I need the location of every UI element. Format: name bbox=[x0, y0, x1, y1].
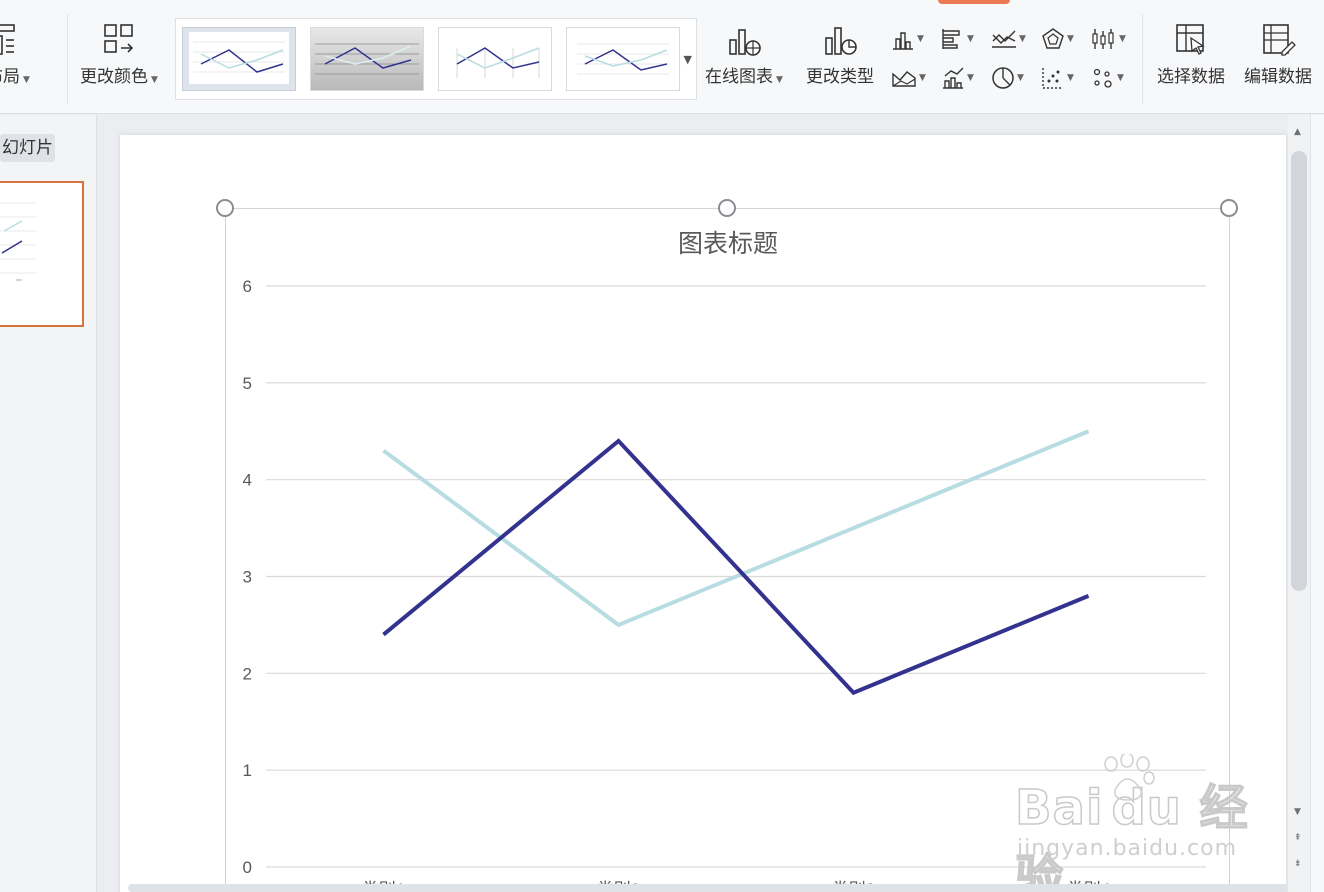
change-chart-type-button[interactable]: 更改类型 bbox=[806, 22, 874, 87]
ribbon-divider bbox=[1142, 14, 1143, 104]
bubble-chart-button[interactable]: ▼ bbox=[1091, 63, 1131, 93]
chart-style-thumb-2[interactable] bbox=[310, 27, 424, 91]
area-chart-icon bbox=[892, 71, 916, 87]
bar-chart-icon bbox=[942, 29, 960, 49]
chevron-down-icon: ▼ bbox=[23, 75, 30, 85]
chevron-down-icon: ▼ bbox=[1067, 34, 1074, 44]
scroll-up-icon[interactable]: ▲ bbox=[1294, 127, 1301, 137]
series-line-1[interactable] bbox=[382, 438, 1090, 696]
radar-chart-icon bbox=[1042, 28, 1064, 49]
line-chart-icon bbox=[992, 30, 1016, 48]
line-chart-preview-icon bbox=[315, 43, 419, 75]
chart-selection-frame[interactable]: 图表标题 0123456 类别1类别2类别3类别4 bbox=[225, 208, 1230, 892]
chevron-down-icon: ▼ bbox=[1017, 73, 1024, 83]
select-data-icon bbox=[1176, 24, 1205, 55]
active-tab-indicator bbox=[938, 0, 1010, 4]
radar-chart-button[interactable]: ▼ bbox=[1041, 24, 1081, 54]
chevron-down-icon: ▼ bbox=[151, 75, 158, 85]
previous-page-icon[interactable]: ⇞ bbox=[1294, 833, 1302, 843]
edit-data-label: 编辑数据 bbox=[1244, 67, 1312, 87]
chart-tools-ribbon: 布局▼ 更改颜色▼ bbox=[0, 0, 1324, 114]
resize-handle-top-left[interactable] bbox=[216, 199, 234, 217]
resize-handle-top-right[interactable] bbox=[1220, 199, 1238, 217]
change-color-label: 更改颜色 bbox=[80, 67, 148, 87]
select-data-button[interactable]: 选择数据 bbox=[1157, 22, 1225, 87]
vertical-scrollbar[interactable]: ▲ ▼ ⇞ ⇟ bbox=[1288, 115, 1310, 892]
chevron-down-icon: ▼ bbox=[967, 34, 974, 44]
online-chart-label: 在线图表 bbox=[705, 67, 773, 87]
y-tick-label: 5 bbox=[243, 374, 252, 393]
layout-label: 布局 bbox=[0, 67, 20, 87]
chevron-down-icon: ▼ bbox=[967, 73, 974, 83]
scatter-chart-button[interactable]: ▼ bbox=[1041, 63, 1081, 93]
edit-data-icon bbox=[1263, 24, 1296, 56]
slide-canvas[interactable]: 图表标题 0123456 类别1类别2类别3类别4 bbox=[120, 135, 1286, 892]
y-tick-label: 0 bbox=[243, 858, 252, 877]
combo-chart-icon bbox=[943, 67, 964, 89]
y-tick-label: 1 bbox=[243, 761, 252, 780]
column-chart-button[interactable]: ▼ bbox=[891, 24, 931, 54]
horizontal-scrollbar[interactable] bbox=[128, 884, 1288, 892]
ribbon-divider bbox=[67, 14, 68, 104]
change-type-label: 更改类型 bbox=[806, 67, 874, 87]
chart-style-gallery: ▼ bbox=[175, 18, 697, 100]
gallery-expand-icon[interactable]: ▼ bbox=[684, 53, 692, 66]
series-line-2[interactable] bbox=[382, 429, 1090, 628]
area-chart-button[interactable]: ▼ bbox=[891, 63, 931, 93]
online-chart-icon bbox=[729, 29, 761, 56]
y-tick-label: 2 bbox=[243, 664, 252, 683]
layout-icon bbox=[0, 24, 15, 55]
stock-chart-icon bbox=[1092, 29, 1114, 49]
line-chart-preview-icon bbox=[189, 32, 289, 84]
change-color-icon bbox=[104, 24, 134, 53]
stock-chart-button[interactable]: ▼ bbox=[1091, 24, 1131, 54]
slide-editor-area: 图表标题 0123456 类别1类别2类别3类别4 Baidu 经验 jingy… bbox=[98, 115, 1288, 892]
chevron-down-icon: ▼ bbox=[1119, 34, 1126, 44]
chart-style-thumb-4[interactable] bbox=[566, 27, 680, 91]
line-chart-preview-icon bbox=[456, 47, 540, 78]
chevron-down-icon: ▼ bbox=[1019, 34, 1026, 44]
online-chart-button[interactable]: 在线图表 ▼ bbox=[705, 22, 783, 87]
y-tick-label: 6 bbox=[243, 277, 252, 296]
next-page-icon[interactable]: ⇟ bbox=[1294, 859, 1302, 869]
combo-chart-button[interactable]: ▼ bbox=[941, 63, 981, 93]
pie-chart-button[interactable]: ▼ bbox=[991, 63, 1031, 93]
chevron-down-icon: ▼ bbox=[776, 75, 783, 85]
chart-title[interactable]: 图表标题 bbox=[678, 230, 778, 258]
scroll-down-icon[interactable]: ▼ bbox=[1294, 807, 1301, 817]
chevron-down-icon: ▼ bbox=[919, 73, 926, 83]
line-chart-button[interactable]: ▼ bbox=[991, 24, 1031, 54]
slides-panel: 幻灯片 bbox=[0, 115, 97, 892]
vertical-scroll-thumb[interactable] bbox=[1291, 151, 1307, 591]
quick-layout-button[interactable]: 布局▼ bbox=[0, 22, 30, 87]
bar-chart-button[interactable]: ▼ bbox=[941, 24, 981, 54]
chevron-down-icon: ▼ bbox=[1117, 73, 1124, 83]
column-chart-icon bbox=[893, 32, 913, 50]
chart-style-thumb-1[interactable] bbox=[182, 27, 296, 91]
chart-style-thumb-3[interactable] bbox=[438, 27, 552, 91]
chevron-down-icon: ▼ bbox=[1067, 73, 1074, 83]
change-color-button[interactable]: 更改颜色 ▼ bbox=[80, 22, 158, 87]
line-chart-preview-icon bbox=[577, 43, 669, 75]
slide-thumbnail-preview bbox=[0, 202, 36, 281]
pie-chart-icon bbox=[992, 67, 1014, 89]
bubble-chart-icon bbox=[1093, 68, 1112, 88]
edit-data-button[interactable]: 编辑数据 bbox=[1244, 22, 1312, 87]
slides-tab-label: 幻灯片 bbox=[2, 138, 53, 158]
change-chart-type-icon bbox=[825, 27, 857, 55]
resize-handle-top-center[interactable] bbox=[718, 199, 736, 217]
chevron-down-icon: ▼ bbox=[917, 34, 924, 44]
right-side-panel bbox=[1310, 115, 1324, 892]
select-data-label: 选择数据 bbox=[1157, 67, 1225, 87]
scatter-chart-icon bbox=[1042, 68, 1063, 89]
y-tick-label: 4 bbox=[243, 471, 252, 490]
slides-tab[interactable]: 幻灯片 bbox=[0, 134, 55, 162]
slide-thumbnail[interactable] bbox=[0, 181, 84, 327]
y-tick-label: 3 bbox=[243, 568, 252, 587]
line-chart[interactable]: 图表标题 0123456 类别1类别2类别3类别4 bbox=[226, 209, 1231, 892]
